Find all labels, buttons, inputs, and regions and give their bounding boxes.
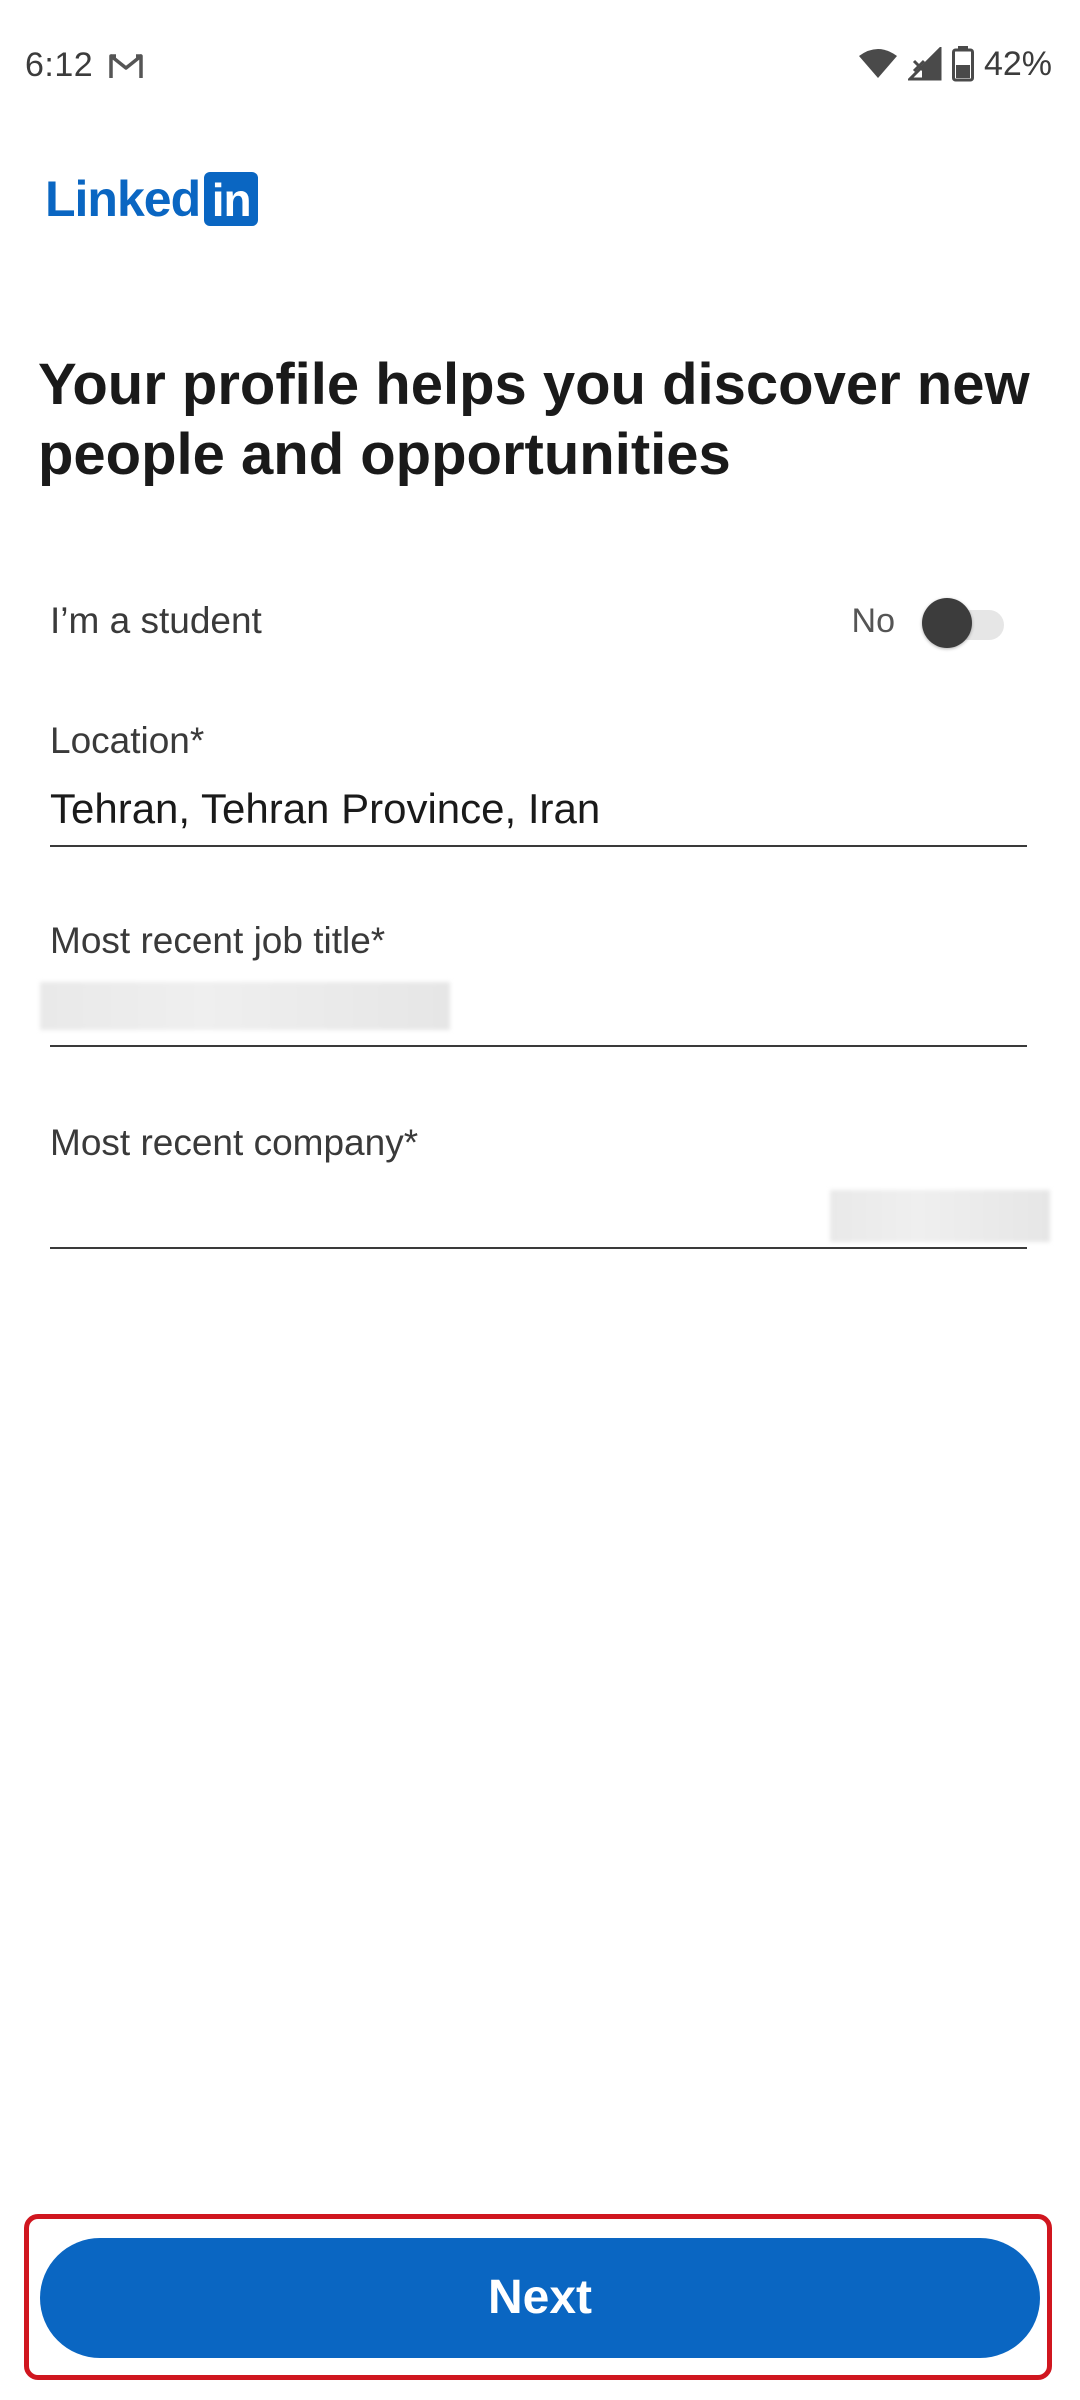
student-label: I’m a student xyxy=(50,600,262,641)
signal-icon xyxy=(907,47,942,81)
redacted-company xyxy=(830,1190,1050,1242)
profile-setup-screen: 6:12 42% Linked in Your profile helps yo… xyxy=(0,0,1080,2400)
company-underline xyxy=(50,1247,1027,1249)
job-title-label: Most recent job title* xyxy=(50,920,386,961)
status-icons: 42% xyxy=(858,44,1052,84)
page-title: Your profile helps you discover new peop… xyxy=(38,352,1030,487)
toggle-thumb xyxy=(922,598,972,648)
location-input[interactable]: Tehran, Tehran Province, Iran xyxy=(50,785,1027,833)
student-toggle[interactable] xyxy=(922,598,1008,650)
location-label: Location* xyxy=(50,720,205,761)
job-title-underline xyxy=(50,1045,1027,1047)
company-label: Most recent company* xyxy=(50,1122,419,1163)
status-time: 6:12 xyxy=(25,46,94,84)
location-underline xyxy=(50,845,1027,847)
student-toggle-state: No xyxy=(851,602,895,640)
redacted-job-title xyxy=(40,982,450,1030)
logo-box: in xyxy=(204,172,259,226)
student-toggle-row: I’m a student No xyxy=(50,580,1010,660)
logo-word: Linked xyxy=(45,171,201,227)
battery-percent: 42% xyxy=(983,44,1052,83)
battery-icon xyxy=(951,46,974,82)
linkedin-logo: Linked in xyxy=(45,171,259,227)
gmail-icon xyxy=(109,54,143,78)
status-bar: 6:12 42% xyxy=(0,0,1080,130)
next-button[interactable]: Next xyxy=(40,2238,1040,2358)
wifi-icon xyxy=(858,49,897,78)
